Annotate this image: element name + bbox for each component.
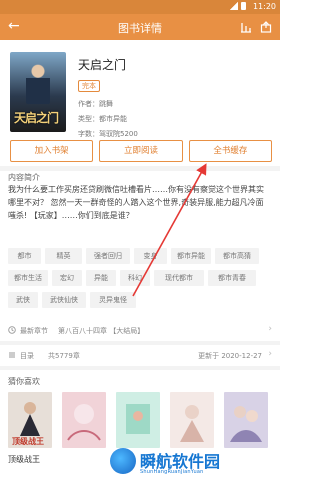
logo-icon	[110, 448, 136, 474]
tag-item[interactable]: 科幻	[120, 270, 150, 286]
divider	[0, 366, 280, 370]
chart-icon[interactable]	[240, 21, 252, 33]
tag-item[interactable]: 武侠	[8, 292, 38, 308]
book-info: 天启之门 天启之门 完本 作者：跳舞 类型：都市异能 字数：驾驭院5200	[0, 40, 280, 140]
latest-chapter-row[interactable]: 最新章节 第八百八十四章 【大结局】 ›	[8, 324, 272, 338]
tag-item[interactable]: 都市高猜	[215, 248, 259, 264]
tag-item[interactable]: 都市生活	[8, 270, 48, 286]
book-cover[interactable]: 天启之门	[10, 52, 66, 132]
toc-count: 共5779章	[48, 352, 80, 360]
book-meta: 天启之门 完本 作者：跳舞 类型：都市异能 字数：驾驭院5200	[78, 56, 268, 139]
chevron-right-icon: ›	[268, 349, 272, 359]
page-title: 图书详情	[118, 22, 162, 35]
cover-title: 天启之门	[14, 111, 59, 125]
clock-icon	[8, 326, 16, 334]
chevron-right-icon: ›	[268, 324, 272, 334]
recommend-book-cover[interactable]: 顶级战王	[8, 392, 52, 448]
toc-label: 目录	[20, 352, 34, 360]
header: ← 图书详情	[0, 14, 280, 40]
list-icon	[9, 352, 15, 358]
watermark-subtitle: ShunHangRuanJianYuan	[140, 469, 204, 475]
tag-item[interactable]: 都市异能	[171, 248, 211, 264]
recommend-book-cover[interactable]	[62, 392, 106, 448]
cover-art: 顶级战王	[12, 402, 44, 446]
tag-item[interactable]: 现代都市	[154, 270, 204, 286]
tag-item[interactable]: 武侠仙侠	[42, 292, 86, 308]
cover-art	[67, 404, 101, 441]
cover-figure	[26, 64, 50, 104]
signal-icon	[230, 2, 238, 10]
recommend-title: 猜你喜欢	[8, 377, 40, 386]
action-bar: 加入书架 立即阅读 全书缓存	[10, 140, 272, 162]
cover-title-text: 顶级战王	[12, 436, 44, 446]
book-category: 类型：都市异能	[78, 115, 127, 123]
status-icons	[230, 2, 246, 10]
status-badge: 完本	[78, 80, 100, 92]
status-bar: 11:20	[0, 0, 280, 14]
tag-item[interactable]: 都市	[8, 248, 41, 264]
battery-icon	[241, 2, 246, 10]
toc-row[interactable]: 目录 共5779章 更新于 2020-12-27 ›	[8, 349, 272, 363]
watermark-logo: 瞬航软件园 ShunHangRuanJianYuan	[110, 434, 280, 500]
book-author: 作者：跳舞	[78, 100, 113, 108]
recommend-book-name[interactable]: 顶级战王	[8, 454, 40, 465]
share-icon[interactable]	[260, 21, 272, 33]
tag-item[interactable]: 宏幻	[52, 270, 82, 286]
latest-chapter-label: 最新章节	[20, 327, 48, 335]
intro-title: 内容简介	[8, 173, 40, 182]
book-word-count: 字数：驾驭院5200	[78, 130, 138, 138]
divider	[0, 341, 280, 345]
tag-item[interactable]: 精英	[45, 248, 82, 264]
tag-item[interactable]: 变身	[134, 248, 167, 264]
tag-item[interactable]: 灵异鬼怪	[90, 292, 136, 308]
read-now-button[interactable]: 立即阅读	[99, 140, 183, 162]
tag-item[interactable]: 异能	[86, 270, 116, 286]
tag-item[interactable]: 强者回归	[86, 248, 130, 264]
latest-chapter-value: 第八百八十四章 【大结局】	[58, 327, 145, 335]
intro-text[interactable]: 我为什么要工作买房还贷刷微信吐槽看片……你有没有察觉这个世界其实哪里不对？ 忽然…	[8, 183, 270, 222]
tag-item[interactable]: 都市青春	[208, 270, 256, 286]
status-time: 11:20	[252, 2, 276, 11]
toc-updated: 更新于 2020-12-27	[198, 352, 262, 360]
book-title: 天启之门	[78, 58, 127, 72]
cache-all-button[interactable]: 全书缓存	[188, 140, 272, 162]
divider	[0, 166, 280, 171]
add-shelf-button[interactable]: 加入书架	[10, 140, 94, 162]
